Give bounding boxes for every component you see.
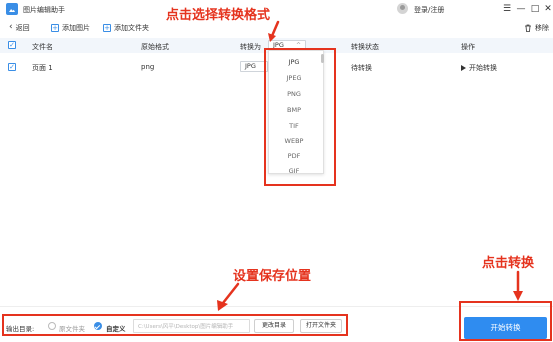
annotation-box-output-settings — [2, 314, 348, 336]
annotation-save-location: 设置保存位置 — [233, 269, 312, 284]
row-checkbox[interactable]: ✓ — [8, 63, 16, 71]
title-bar: 图片编辑助手 登录/注册 ☰ — □ ✕ — [0, 0, 553, 18]
annotation-click-convert: 点击转换 — [482, 256, 535, 271]
row-filename: 页面 1 — [32, 64, 53, 72]
row-start-convert-link[interactable]: 开始转换 — [461, 63, 497, 73]
annotation-select-format: 点击选择转换格式 — [166, 8, 271, 23]
chevron-left-icon: ‹ — [9, 22, 13, 32]
header-action: 操作 — [461, 43, 475, 51]
trash-icon — [525, 24, 531, 32]
back-label: 返回 — [15, 23, 30, 32]
row-format-select-value: JPG — [245, 62, 256, 70]
remove-label: 移除 — [535, 23, 549, 32]
add-folder-label: 添加文件夹 — [114, 23, 149, 32]
remove-button[interactable]: 移除 — [524, 22, 549, 33]
header-status: 转换状态 — [351, 43, 379, 51]
select-all-checkbox[interactable]: ✓ — [8, 41, 16, 49]
add-image-icon: + — [51, 23, 59, 32]
annotation-box-format-dropdown — [264, 48, 336, 186]
arrow-to-output — [221, 282, 240, 305]
row-status: 待转换 — [351, 64, 372, 72]
app-logo-icon — [6, 3, 18, 15]
header-convert-to: 转换为 — [240, 43, 261, 51]
user-avatar-icon[interactable] — [397, 3, 408, 14]
app-title: 图片编辑助手 — [23, 6, 65, 14]
add-image-button[interactable]: + 添加图片 — [51, 22, 90, 33]
close-icon[interactable]: ✕ — [540, 1, 553, 17]
add-image-label: 添加图片 — [62, 23, 90, 32]
row-action-label: 开始转换 — [469, 64, 497, 72]
header-filename: 文件名 — [32, 43, 53, 51]
play-icon — [461, 65, 466, 71]
back-button[interactable]: ‹ 返回 — [9, 22, 30, 33]
add-folder-button[interactable]: + 添加文件夹 — [103, 22, 149, 33]
annotation-box-start-button — [459, 301, 552, 341]
arrow-head-start — [513, 291, 523, 301]
row-original-format: png — [141, 63, 155, 71]
add-folder-icon: + — [103, 23, 111, 32]
login-link[interactable]: 登录/注册 — [414, 5, 444, 15]
header-original-format: 原始格式 — [141, 43, 169, 51]
toolbar: ‹ 返回 + 添加图片 + 添加文件夹 移除 — [0, 19, 553, 36]
